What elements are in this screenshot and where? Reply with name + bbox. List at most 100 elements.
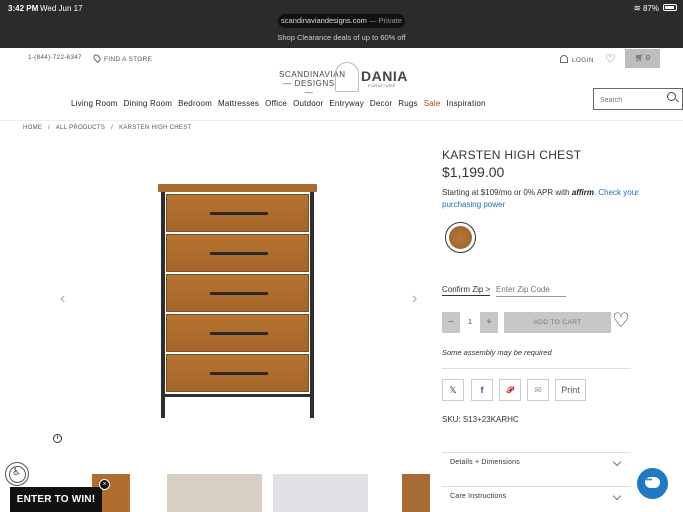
add-to-cart-button[interactable]: ADD TO CART xyxy=(504,312,611,333)
nav-outdoor[interactable]: Outdoor xyxy=(293,99,323,108)
divider xyxy=(442,368,631,369)
logo-text-line1: SCANDINAVIAN xyxy=(279,70,346,79)
accordion-care-instructions[interactable]: Care Instructions xyxy=(450,493,506,500)
nav-living-room[interactable]: Living Room xyxy=(71,99,118,108)
nav-sale[interactable]: Sale xyxy=(424,99,441,108)
cart-count: 0 xyxy=(645,55,650,62)
chest-drawer xyxy=(166,274,309,312)
add-to-wishlist-heart-icon[interactable]: ♡ xyxy=(612,310,630,332)
gallery-thumbnail[interactable] xyxy=(167,474,262,512)
accordion-details-dimensions[interactable]: Details + Dimensions xyxy=(450,459,520,466)
gallery-next-arrow-icon[interactable]: › xyxy=(412,290,417,308)
find-store-link[interactable]: FIND A STORE xyxy=(92,53,153,63)
drawer-pull xyxy=(210,252,268,255)
address-bar[interactable]: scandinaviandesigns.com — Private xyxy=(278,14,405,28)
confirm-zip-link[interactable]: Confirm Zip > xyxy=(442,285,491,296)
logo-furniture: FURNITURE xyxy=(368,83,396,88)
private-label: — Private xyxy=(366,16,402,25)
cart-icon: 🛒︎ xyxy=(635,55,645,62)
chest-top xyxy=(158,184,317,192)
nav-office[interactable]: Office xyxy=(265,99,287,108)
product-price: $1,199.00 xyxy=(442,164,505,180)
close-icon[interactable]: × xyxy=(99,479,110,490)
chevron-down-icon[interactable] xyxy=(612,457,622,467)
chest-frame-right xyxy=(310,192,314,418)
header-divider xyxy=(0,120,683,121)
breadcrumb-current: KARSTEN HIGH CHEST xyxy=(119,125,192,131)
gallery-thumbnail[interactable] xyxy=(273,474,368,512)
logo-mark-icon xyxy=(335,62,359,92)
breadcrumb-separator: / xyxy=(48,125,51,131)
chat-icon[interactable] xyxy=(637,468,668,499)
wifi-icon: ≋ xyxy=(633,3,641,13)
accessibility-icon[interactable] xyxy=(5,462,29,486)
logo-dania: DANIA xyxy=(361,68,408,84)
drawer-pull xyxy=(210,372,268,375)
email-icon[interactable]: ✉ xyxy=(527,379,549,401)
wishlist-heart-icon[interactable]: ♡ xyxy=(605,52,616,66)
search-icon[interactable] xyxy=(667,92,676,101)
status-time: 3:42 PM xyxy=(8,4,39,13)
nav-dining-room[interactable]: Dining Room xyxy=(124,99,172,108)
login-label: LOGIN xyxy=(572,57,594,64)
location-pin-icon xyxy=(92,53,102,63)
chest-frame-left xyxy=(161,192,165,418)
x-icon[interactable]: 𝕏 xyxy=(442,379,464,401)
divider xyxy=(442,452,631,453)
main-nav: Living Room Dining Room Bedroom Mattresses O… xyxy=(71,99,492,108)
pinterest-icon[interactable]: 𝒫 xyxy=(499,379,521,401)
financing-text: Starting at $109/mo or 0% APR with xyxy=(442,188,572,197)
breadcrumb-home[interactable]: HOME xyxy=(23,125,42,131)
login-link[interactable]: LOGIN xyxy=(560,55,594,64)
drawer-pull xyxy=(210,332,268,335)
enter-to-win-button[interactable]: ENTER TO WIN! xyxy=(10,487,102,512)
battery-percent: 87% xyxy=(642,4,659,13)
promo-banner[interactable]: Shop Clearance deals of up to 60% off xyxy=(0,33,683,42)
chest-drawer xyxy=(166,314,309,352)
affirm-logo: affirm xyxy=(571,188,594,197)
status-date: Wed Jun 17 xyxy=(40,4,83,13)
quantity-stepper: − 1 + xyxy=(442,312,498,333)
site-logo[interactable]: SCANDINAVIAN — DESIGNS — DANIA FURNITURE xyxy=(279,62,407,97)
chest-bottom-bar xyxy=(161,394,314,397)
facebook-icon[interactable]: f xyxy=(471,379,493,401)
logo-scandinavian-designs: SCANDINAVIAN — DESIGNS — xyxy=(279,70,346,97)
nav-decor[interactable]: Decor xyxy=(370,99,392,108)
breadcrumb-separator: / xyxy=(111,125,114,131)
nav-inspiration[interactable]: Inspiration xyxy=(447,99,486,108)
logo-text-line2: — DESIGNS — xyxy=(283,79,335,97)
quantity-increase-button[interactable]: + xyxy=(480,312,498,333)
url-text: scandinaviandesigns.com xyxy=(281,16,367,25)
search-box xyxy=(593,88,683,111)
gallery-thumbnail[interactable] xyxy=(402,474,430,512)
nav-mattresses[interactable]: Mattresses xyxy=(218,99,259,108)
drawer-pull xyxy=(210,292,268,295)
chest-drawer xyxy=(166,354,309,392)
search-input[interactable] xyxy=(594,90,664,111)
product-image xyxy=(158,184,317,420)
nav-bedroom[interactable]: Bedroom xyxy=(178,99,212,108)
browser-chrome: 3:42 PM Wed Jun 17 ≋ 87% scandinaviandes… xyxy=(0,0,683,48)
find-store-label: FIND A STORE xyxy=(104,56,153,63)
chest-drawer xyxy=(166,194,309,232)
chevron-down-icon[interactable] xyxy=(612,491,622,501)
zip-code-input[interactable] xyxy=(496,283,566,297)
color-swatch[interactable] xyxy=(445,222,476,253)
quantity-value[interactable]: 1 xyxy=(460,312,480,333)
breadcrumb-all-products[interactable]: ALL PRODUCTS xyxy=(56,125,105,131)
assembly-note: Some assembly may be required xyxy=(442,348,552,357)
quantity-decrease-button[interactable]: − xyxy=(442,312,460,333)
chest-drawer xyxy=(166,234,309,272)
nav-rugs[interactable]: Rugs xyxy=(398,99,417,108)
gallery-prev-arrow-icon[interactable]: ‹ xyxy=(60,290,65,308)
info-icon[interactable]: i xyxy=(53,434,62,443)
financing-info: Starting at $109/mo or 0% APR with affir… xyxy=(442,187,642,211)
cart-button[interactable]: 🛒︎ 0 xyxy=(625,49,660,68)
drawer-pull xyxy=(210,212,268,215)
breadcrumb: HOME / ALL PRODUCTS / KARSTEN HIGH CHEST xyxy=(23,125,196,131)
print-button[interactable]: Print xyxy=(555,379,586,401)
product-sku: SKU: S13+23KARHC xyxy=(442,415,519,424)
phone-link[interactable]: 1-(844)-722-6347 xyxy=(28,54,82,61)
nav-entryway[interactable]: Entryway xyxy=(329,99,364,108)
product-title: KARSTEN HIGH CHEST xyxy=(442,148,582,162)
